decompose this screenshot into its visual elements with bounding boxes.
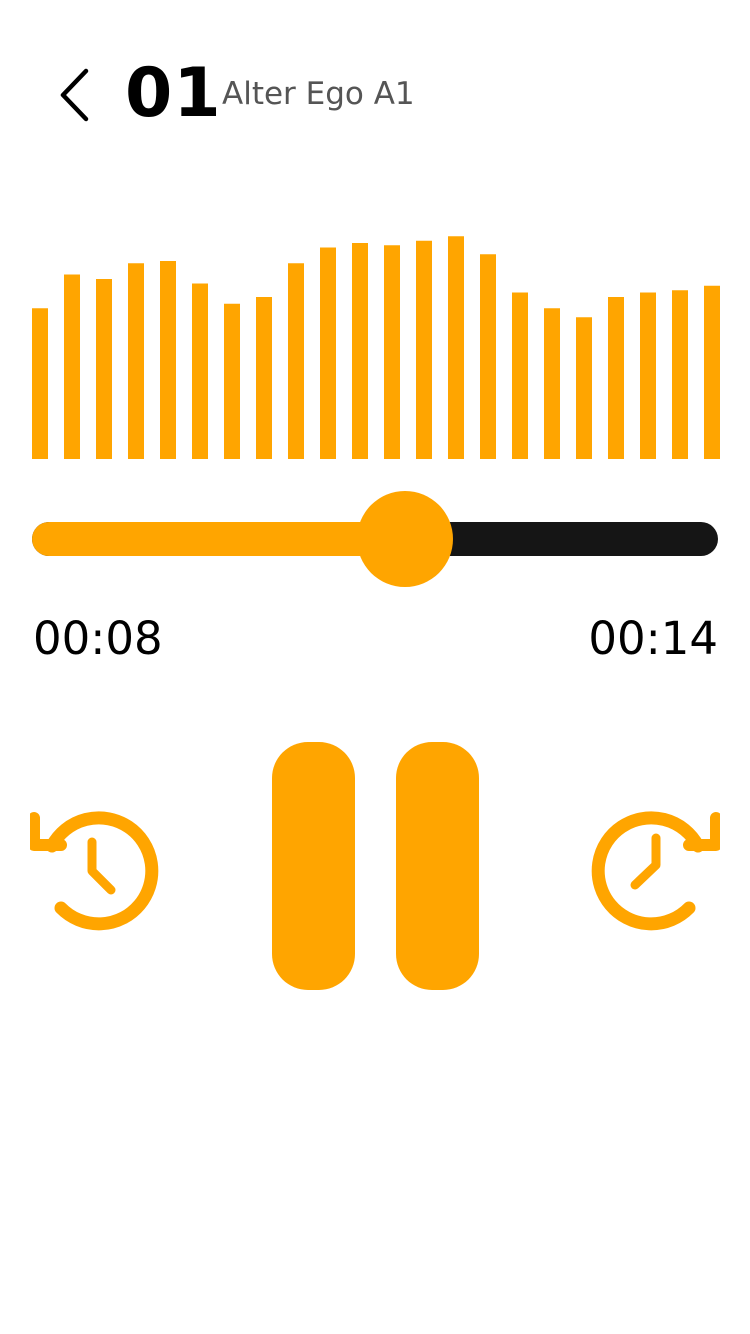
waveform-bar [576,317,592,459]
waveform-bar [384,245,400,459]
waveform-bar [544,308,560,459]
waveform-bar [320,247,336,459]
progress-slider[interactable] [32,491,718,587]
waveform-bar [352,243,368,459]
waveform-bar [672,290,688,459]
waveform-bar [96,279,112,459]
waveform-bar [192,283,208,459]
total-time: 00:14 [588,612,718,665]
pause-bar-right [396,742,479,990]
forward-button[interactable] [590,802,722,932]
waveform-bar [160,261,176,459]
elapsed-time: 00:08 [33,612,163,665]
pause-button[interactable] [272,742,479,990]
waveform-bar [256,297,272,459]
waveform-bar [128,263,144,459]
waveform-bar [512,292,528,459]
pause-bar-left [272,742,355,990]
waveform-bar [32,308,48,459]
waveform-bar [224,303,240,459]
clock-forward-icon [591,811,722,931]
waveform-bar [416,240,432,459]
waveform-bar [640,292,656,459]
waveform-bar [448,236,464,459]
progress-fill [32,522,406,556]
history-rewind-icon [28,811,159,931]
progress-thumb[interactable] [357,491,454,587]
waveform-visualizer [32,236,720,459]
waveform-bar [704,285,720,459]
rewind-button[interactable] [28,802,160,932]
waveform-bar [64,274,80,459]
waveform-bar [608,297,624,459]
waveform-bar [480,254,496,459]
waveform-bar [288,263,304,459]
